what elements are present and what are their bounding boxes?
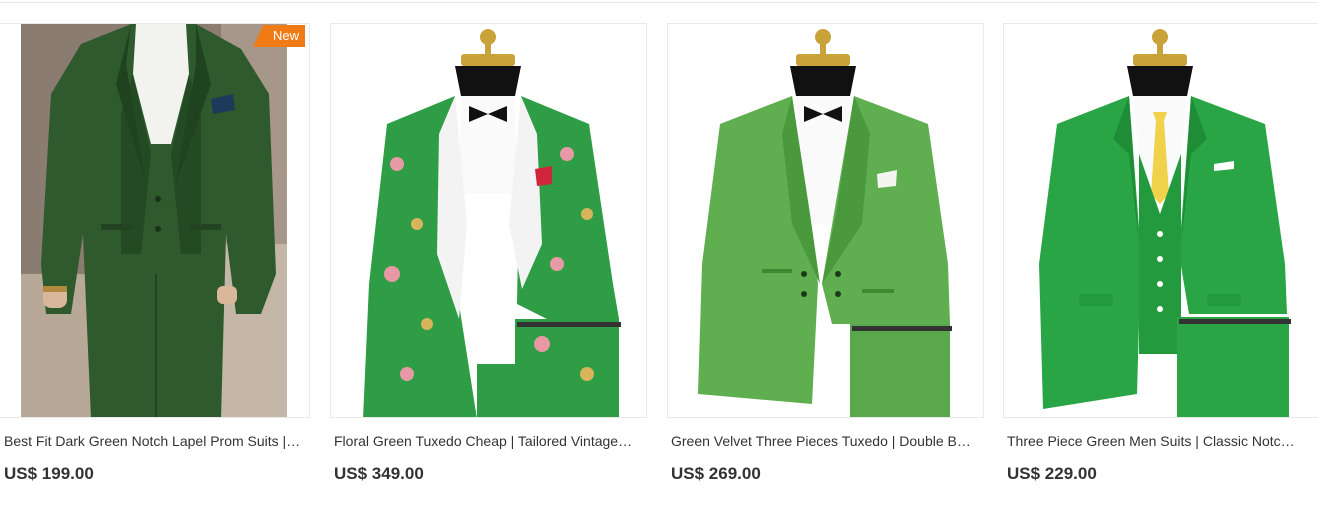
product-image[interactable]	[357, 24, 623, 417]
product-card[interactable]: Green Velvet Three Pieces Tuxedo | Doubl…	[667, 23, 984, 505]
product-image-frame	[667, 23, 984, 418]
product-price: US$ 349.00	[334, 464, 424, 483]
product-title[interactable]: Best Fit Dark Green Notch Lapel Prom Sui…	[4, 432, 304, 450]
product-image[interactable]	[692, 24, 958, 417]
product-card[interactable]: New Best Fit Dark Green Notch Lapel Prom…	[0, 23, 310, 505]
product-grid: New Best Fit Dark Green Notch Lapel Prom…	[0, 23, 1318, 505]
product-title[interactable]: Green Velvet Three Pieces Tuxedo | Doubl…	[671, 432, 971, 450]
product-price: US$ 199.00	[4, 464, 94, 483]
product-image[interactable]	[21, 24, 287, 417]
product-image-frame	[1003, 23, 1318, 418]
product-price: US$ 229.00	[1007, 464, 1097, 483]
product-card[interactable]: Floral Green Tuxedo Cheap | Tailored Vin…	[330, 23, 647, 505]
product-image[interactable]	[1029, 24, 1295, 417]
product-title[interactable]: Floral Green Tuxedo Cheap | Tailored Vin…	[334, 432, 634, 450]
product-title[interactable]: Three Piece Green Men Suits | Classic No…	[1007, 432, 1302, 450]
product-price: US$ 269.00	[671, 464, 761, 483]
top-divider	[0, 2, 1318, 3]
product-image-frame	[330, 23, 647, 418]
product-card[interactable]: Three Piece Green Men Suits | Classic No…	[1003, 23, 1318, 505]
product-image-frame: New	[0, 23, 310, 418]
new-badge: New	[253, 25, 305, 47]
badge-label: New	[272, 28, 299, 43]
